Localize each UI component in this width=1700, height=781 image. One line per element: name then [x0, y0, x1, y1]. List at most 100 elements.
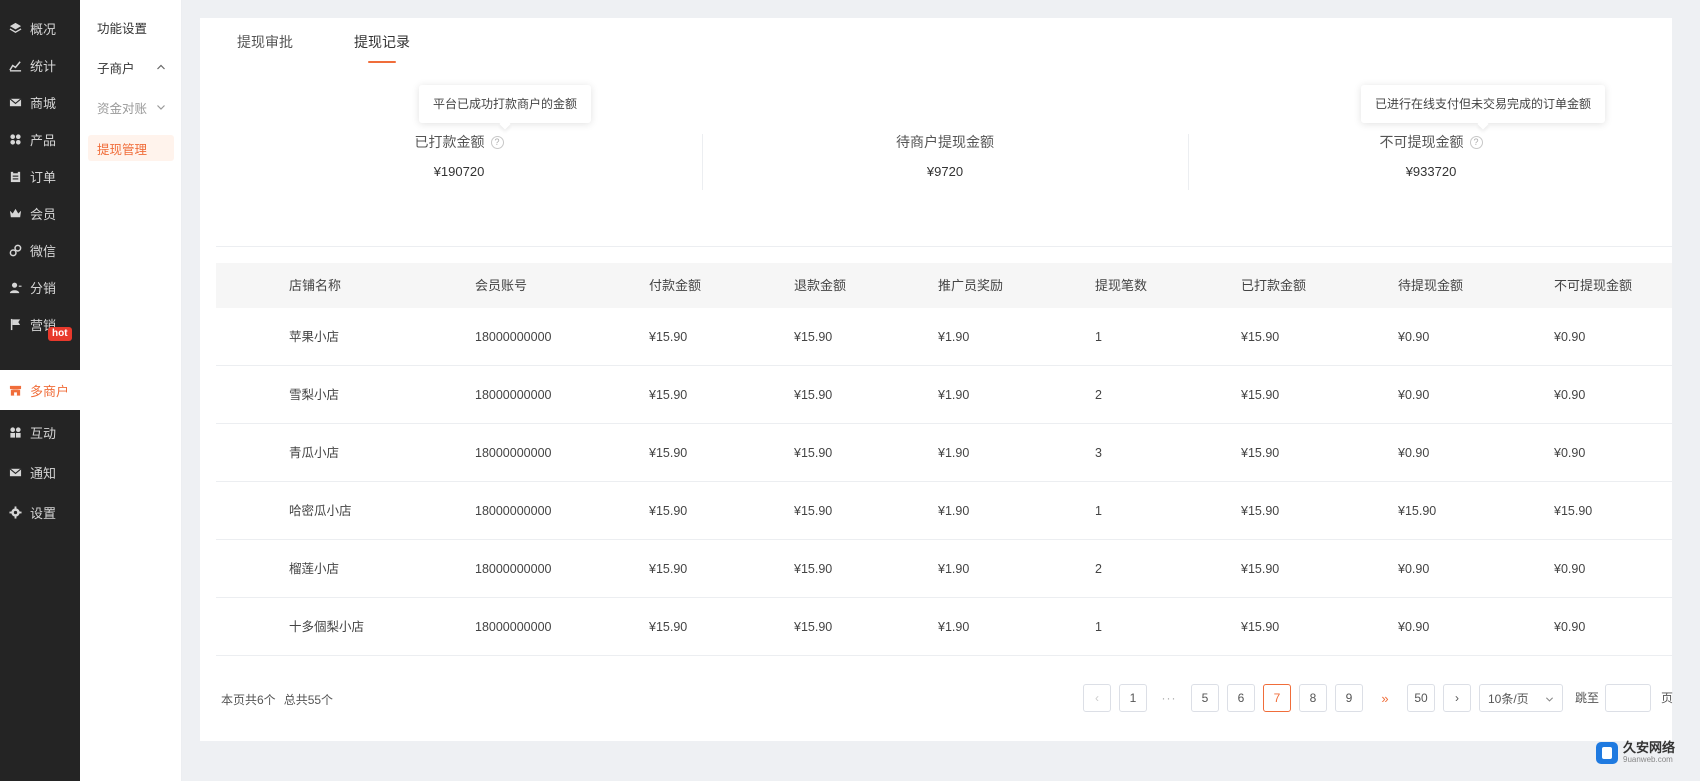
watermark-subtitle: 9uanweb.com: [1623, 755, 1673, 764]
prev-page-button[interactable]: ‹: [1083, 684, 1111, 712]
page-button[interactable]: 6: [1227, 684, 1255, 712]
table-cell: 榴莲小店: [289, 562, 340, 576]
tab-withdrawal-records[interactable]: 提现记录: [354, 32, 410, 52]
table-cell: ¥0.90: [1554, 330, 1586, 344]
submenu-item-withdrawal-management[interactable]: 提现管理: [88, 135, 174, 161]
chevron-down-icon: [157, 105, 165, 110]
table-cell: ¥0.90: [1398, 562, 1430, 576]
sidebar-item-label: 统计: [30, 58, 57, 74]
table-cell: ¥15.90: [794, 330, 833, 344]
submenu-item-fund-reconciliation[interactable]: 资金对账: [88, 94, 174, 120]
page-button[interactable]: 9: [1335, 684, 1363, 712]
main-sidebar: 概况 统计 商城 产品 订单 会员 微信 分销 营销 hot 多商户 互动 通知…: [0, 0, 80, 781]
sidebar-item-products[interactable]: 产品: [0, 119, 80, 159]
sidebar-item-label: 产品: [30, 132, 57, 148]
sidebar-item-overview[interactable]: 概况: [0, 8, 80, 48]
grid-icon: [8, 425, 22, 439]
user-icon: [8, 280, 22, 294]
table-row: 雪梨小店 18000000000 ¥15.90 ¥15.90 ¥1.90 2 ¥15.90 ¥…: [216, 366, 1672, 424]
crown-icon: [8, 206, 22, 220]
submenu-item-function-settings[interactable]: 功能设置: [88, 14, 174, 40]
table-cell: ¥1.90: [938, 446, 970, 460]
tab-bar: 提现审批 提现记录: [200, 18, 1672, 66]
sidebar-item-settings[interactable]: 设置: [0, 492, 80, 532]
page-size-select[interactable]: 10条/页: [1479, 684, 1563, 712]
watermark: 久安网络 9uanweb.com: [1596, 741, 1675, 764]
sidebar-item-label: 互动: [30, 425, 57, 441]
column-header: 会员账号: [475, 278, 528, 293]
table-cell: ¥15.90: [794, 388, 833, 402]
stat-label: 不可提现金额: [1379, 134, 1464, 150]
column-header: 店铺名称: [289, 278, 342, 293]
stat-paid-amount: 已打款金额 ? ¥190720: [216, 132, 702, 179]
sidebar-item-statistics[interactable]: 统计: [0, 45, 80, 85]
table-cell: 雪梨小店: [289, 388, 340, 402]
jump-page-input[interactable]: [1605, 684, 1651, 712]
table-cell: ¥0.90: [1554, 446, 1586, 460]
table-cell: ¥1.90: [938, 562, 970, 576]
table-cell: ¥15.90: [649, 504, 688, 518]
sidebar-item-mall[interactable]: 商城: [0, 82, 80, 122]
sidebar-item-notifications[interactable]: 通知: [0, 452, 80, 492]
page-button-current[interactable]: 7: [1263, 684, 1291, 712]
fast-forward-button[interactable]: »: [1371, 684, 1399, 712]
sidebar-item-label: 分销: [30, 280, 57, 296]
pagination: ‹ 1 ··· 5 6 7 8 9 » 50 › 10条/页 跳至 页: [200, 684, 1673, 712]
link-icon: [8, 243, 22, 257]
table-cell: ¥1.90: [938, 620, 970, 634]
question-icon[interactable]: ?: [1469, 135, 1483, 149]
jump-label: 跳至: [1575, 691, 1600, 705]
table-cell: 苹果小店: [289, 330, 340, 344]
sidebar-item-interaction[interactable]: 互动: [0, 412, 80, 452]
table-cell: ¥15.90: [1398, 504, 1437, 518]
column-header: 待提现金额: [1398, 278, 1464, 293]
stat-pending-withdrawal: 待商户提现金额 ¥9720: [702, 132, 1188, 179]
question-icon[interactable]: ?: [490, 135, 504, 149]
chart-icon: [8, 58, 22, 72]
next-page-button[interactable]: ›: [1443, 684, 1471, 712]
page-button[interactable]: 1: [1119, 684, 1147, 712]
sidebar-item-label: 通知: [30, 465, 57, 481]
table-cell: 2: [1095, 388, 1102, 402]
table-cell: ¥0.90: [1398, 388, 1430, 402]
sidebar-item-orders[interactable]: 订单: [0, 156, 80, 196]
sidebar-item-members[interactable]: 会员: [0, 193, 80, 233]
table-body: 苹果小店 18000000000 ¥15.90 ¥15.90 ¥1.90 1 ¥15.90 ¥…: [216, 308, 1672, 656]
table-cell: ¥1.90: [938, 330, 970, 344]
column-header: 不可提现金额: [1554, 278, 1633, 293]
page-button[interactable]: 50: [1407, 684, 1435, 712]
table-cell: ¥15.90: [1241, 562, 1280, 576]
sidebar-item-wechat[interactable]: 微信: [0, 230, 80, 270]
page-ellipsis[interactable]: ···: [1155, 684, 1183, 712]
submenu-item-label: 子商户: [97, 61, 135, 76]
submenu-item-sub-merchants[interactable]: 子商户: [88, 54, 174, 80]
sidebar-item-label: 微信: [30, 243, 57, 259]
active-tab-indicator: [368, 61, 396, 63]
table-cell: ¥15.90: [794, 620, 833, 634]
column-header: 推广员奖励: [938, 278, 1004, 293]
sidebar-item-label: 设置: [30, 505, 57, 521]
sidebar-item-multi-merchant[interactable]: 多商户: [0, 370, 80, 410]
sidebar-item-distribution[interactable]: 分销: [0, 267, 80, 307]
table-cell: ¥15.90: [649, 388, 688, 402]
table-cell: 1: [1095, 620, 1102, 634]
paid-amount-tooltip: 平台已成功打款商户的金额: [419, 85, 592, 123]
column-header: 已打款金额: [1241, 278, 1307, 293]
table-cell: ¥0.90: [1554, 620, 1586, 634]
table-cell: ¥15.90: [1241, 504, 1280, 518]
sidebar-item-label: 概况: [30, 21, 57, 37]
column-header: 退款金额: [794, 278, 847, 293]
layers-icon: [8, 21, 22, 35]
tab-withdrawal-approval[interactable]: 提现审批: [237, 32, 293, 52]
table-cell: 18000000000: [475, 446, 552, 460]
chevron-up-icon: [157, 64, 165, 70]
mail-icon: [8, 465, 22, 479]
sidebar-item-label: 会员: [30, 206, 57, 222]
page-button[interactable]: 8: [1299, 684, 1327, 712]
stat-label: 已打款金额: [414, 134, 485, 150]
page-button[interactable]: 5: [1191, 684, 1219, 712]
table-cell: ¥15.90: [794, 562, 833, 576]
column-header: 付款金额: [649, 278, 702, 293]
shop-icon: [8, 383, 22, 397]
table-row: 十多個梨小店 18000000000 ¥15.90 ¥15.90 ¥1.90 1 ¥15.9…: [216, 598, 1672, 656]
